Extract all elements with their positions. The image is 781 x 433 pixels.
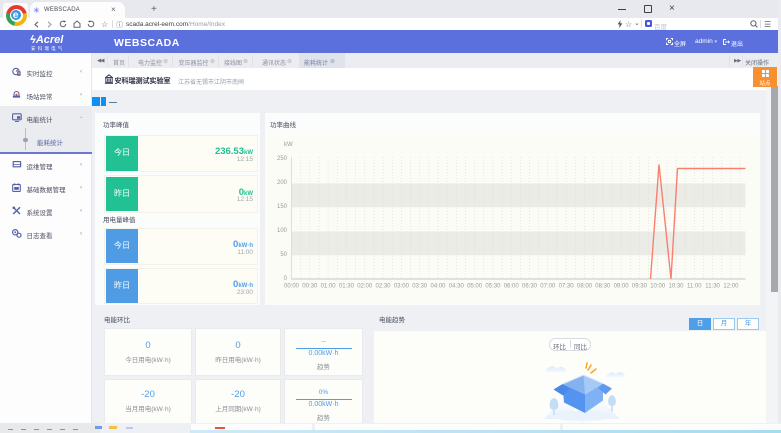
svg-text:10:30: 10:30 — [668, 284, 684, 290]
svg-text:07:30: 07:30 — [559, 284, 575, 290]
svg-text:11:00: 11:00 — [687, 284, 702, 290]
svg-text:06:00: 06:00 — [504, 284, 520, 290]
svg-text:08:30: 08:30 — [595, 284, 611, 290]
svg-text:00:00: 00:00 — [284, 284, 300, 290]
svg-text:03:30: 03:30 — [412, 284, 428, 290]
svg-text:01:30: 01:30 — [339, 284, 355, 290]
svg-text:06:30: 06:30 — [522, 284, 538, 290]
svg-text:11:30: 11:30 — [705, 284, 720, 290]
svg-text:00:30: 00:30 — [302, 284, 318, 290]
svg-text:09:30: 09:30 — [632, 284, 648, 290]
svg-text:02:30: 02:30 — [375, 284, 391, 290]
svg-text:08:00: 08:00 — [577, 284, 593, 290]
svg-text:04:30: 04:30 — [449, 284, 465, 290]
svg-text:05:30: 05:30 — [485, 284, 501, 290]
svg-text:03:00: 03:00 — [394, 284, 410, 290]
svg-text:05:00: 05:00 — [467, 284, 483, 290]
svg-text:12:00: 12:00 — [723, 284, 739, 290]
svg-text:10:00: 10:00 — [650, 284, 666, 290]
svg-text:07:00: 07:00 — [540, 284, 556, 290]
svg-text:04:00: 04:00 — [430, 284, 446, 290]
svg-text:01:00: 01:00 — [321, 284, 337, 290]
svg-text:02:00: 02:00 — [357, 284, 373, 290]
svg-text:09:00: 09:00 — [614, 284, 630, 290]
